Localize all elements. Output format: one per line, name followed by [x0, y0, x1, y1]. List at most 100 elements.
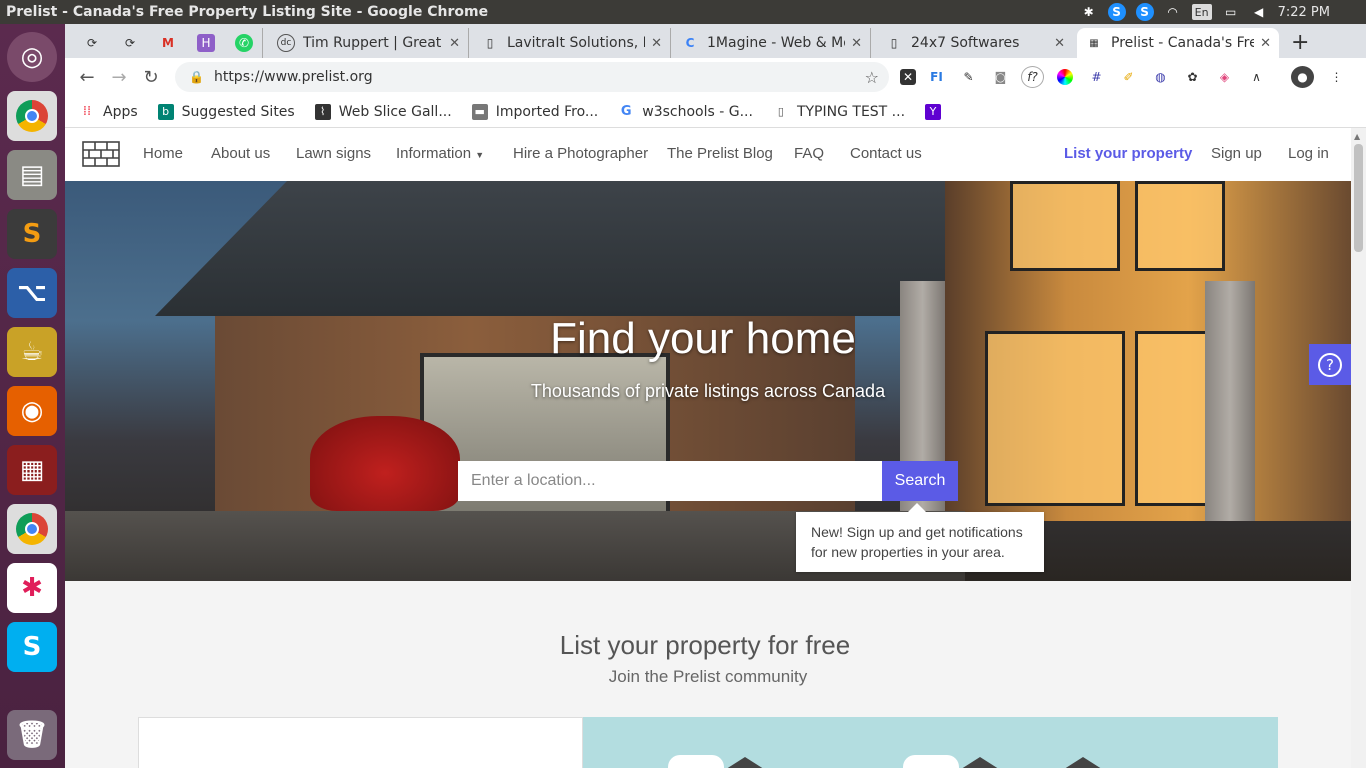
- bookmark-w3schools[interactable]: Gw3schools - G...: [618, 104, 753, 120]
- nav-hire-photographer[interactable]: Hire a Photographer: [513, 145, 648, 162]
- google-icon: G: [620, 104, 632, 119]
- pen-extension-icon[interactable]: ✎: [957, 66, 980, 88]
- browser-chrome: ⟳ ⟳ M H ✆ dc Tim Ruppert | Great C ✕ ▯ Lavi…: [65, 24, 1366, 128]
- web-slice-icon: ⌇: [314, 103, 331, 120]
- refresh-x-icon: ⟳: [124, 36, 136, 50]
- back-icon[interactable]: ←: [71, 67, 103, 88]
- skype-tray-icon[interactable]: S: [1107, 3, 1126, 21]
- nav-blog[interactable]: The Prelist Blog: [667, 145, 773, 162]
- bookmark-suggested-sites[interactable]: b Suggested Sites: [157, 103, 295, 120]
- close-icon[interactable]: ✕: [449, 36, 460, 51]
- illustration-card: [583, 717, 1278, 768]
- forward-icon[interactable]: →: [103, 67, 135, 88]
- tab-4[interactable]: H: [189, 28, 225, 58]
- web-page: Home About us Lawn signs Information ▼ H…: [65, 128, 1351, 768]
- wifi-icon[interactable]: ◠: [1164, 3, 1182, 21]
- terminal-icon[interactable]: ▦: [7, 445, 57, 495]
- close-icon[interactable]: ✕: [1260, 36, 1271, 51]
- bookmark-yahoo[interactable]: Y: [925, 103, 949, 120]
- palette-extension-icon[interactable]: ✿: [1181, 66, 1204, 88]
- slack-tray-icon[interactable]: ✱: [1080, 3, 1098, 21]
- volume-icon[interactable]: ◀: [1250, 3, 1268, 21]
- tab-6[interactable]: dc Tim Ruppert | Great C ✕: [269, 28, 469, 58]
- nav-home[interactable]: Home: [143, 145, 183, 162]
- bookmark-web-slice[interactable]: ⌇ Web Slice Gall...: [314, 103, 452, 120]
- refresh-x-icon: ⟳: [86, 36, 98, 50]
- profile-avatar[interactable]: ●: [1291, 66, 1314, 88]
- reload-icon[interactable]: ↻: [135, 67, 167, 88]
- bookmark-imported[interactable]: ▬ Imported Fro...: [471, 103, 598, 120]
- tab-9[interactable]: ▯ 24x7 Softwares ✕: [877, 28, 1073, 58]
- list-extension-icon[interactable]: ◍: [1149, 66, 1172, 88]
- nav-signup[interactable]: Sign up: [1211, 145, 1262, 162]
- address-bar[interactable]: 🔒 https://www.prelist.org ☆: [175, 62, 889, 92]
- color-extension-icon[interactable]: [1053, 66, 1076, 88]
- note-extension-icon[interactable]: ✐: [1117, 66, 1140, 88]
- files-icon[interactable]: ▤: [7, 150, 57, 200]
- tab-active[interactable]: ▦ Prelist - Canada's Fre ✕: [1077, 28, 1279, 58]
- section-title: List your property for free: [559, 630, 851, 660]
- location-search-input[interactable]: [458, 461, 882, 501]
- nav-list-property[interactable]: List your property: [1064, 145, 1192, 162]
- nav-login[interactable]: Log in: [1288, 145, 1329, 162]
- clock[interactable]: 7:22 PM: [1278, 5, 1330, 20]
- nav-lawn-signs[interactable]: Lawn signs: [296, 145, 371, 162]
- grid-extension-icon[interactable]: #: [1085, 66, 1108, 88]
- vscode-icon[interactable]: ⌥: [7, 268, 57, 318]
- x-extension-icon[interactable]: ✕: [900, 69, 916, 85]
- menu-icon[interactable]: ⋮: [1325, 66, 1348, 88]
- chrome-icon[interactable]: [7, 91, 57, 141]
- scroll-up-icon[interactable]: ▲: [1354, 132, 1360, 141]
- nav-about[interactable]: About us: [211, 145, 270, 162]
- bookmark-apps[interactable]: ⁞⁞ Apps: [79, 104, 138, 120]
- firefox-icon[interactable]: ◉: [7, 386, 57, 436]
- slack-icon[interactable]: ✱: [7, 563, 57, 613]
- sublime-icon[interactable]: S: [7, 209, 57, 259]
- help-button[interactable]: ?: [1309, 344, 1351, 385]
- whatsapp-icon: ✆: [235, 34, 253, 52]
- yahoo-icon: Y: [925, 103, 942, 120]
- tab-2[interactable]: ⟳: [113, 28, 149, 58]
- prelist-logo[interactable]: [81, 140, 121, 168]
- nav-information[interactable]: Information ▼: [396, 145, 484, 162]
- close-icon[interactable]: ✕: [851, 36, 862, 51]
- hero-subtitle: Thousands of private listings across Can…: [530, 381, 886, 401]
- close-icon[interactable]: ✕: [1054, 36, 1065, 51]
- new-tab-button[interactable]: +: [1291, 30, 1309, 55]
- browser-toolbar: ← → ↻ 🔒 https://www.prelist.org ☆ ✕ FI ✎…: [65, 58, 1366, 96]
- signup-tooltip: New! Sign up and get notifications for n…: [796, 503, 1044, 572]
- page-scrollbar[interactable]: ▲: [1351, 128, 1366, 768]
- prelist-icon: ▦: [1089, 37, 1099, 49]
- tab-3[interactable]: M: [151, 28, 187, 58]
- tab-7[interactable]: ▯ LavitraIt Solutions, P ✕: [473, 28, 671, 58]
- camera-extension-icon[interactable]: ◙: [989, 66, 1012, 88]
- url-text[interactable]: https://www.prelist.org: [214, 69, 373, 85]
- close-icon[interactable]: ✕: [651, 36, 662, 51]
- search-button[interactable]: Search: [882, 461, 958, 501]
- bookmarks-bar: ⁞⁞ Apps b Suggested Sites ⌇ Web Slice Gall.…: [65, 96, 1366, 128]
- bookmark-typing-test[interactable]: ▯ TYPING TEST ...: [773, 104, 905, 120]
- tab-1[interactable]: ⟳: [75, 28, 111, 58]
- badge-extension-icon[interactable]: ◈: [1213, 66, 1236, 88]
- hero-title: Find your home: [550, 314, 856, 363]
- teapot-icon[interactable]: ☕: [7, 327, 57, 377]
- wave-extension-icon[interactable]: ∧: [1245, 66, 1268, 88]
- battery-icon[interactable]: ▭: [1222, 3, 1240, 21]
- bookmark-star-icon[interactable]: ☆: [865, 68, 879, 87]
- ubuntu-icon[interactable]: ◎: [7, 32, 57, 82]
- tab-8[interactable]: C 1Magine - Web & Mo ✕: [673, 28, 871, 58]
- tab-5[interactable]: ✆: [227, 28, 263, 58]
- skype-icon[interactable]: S: [7, 622, 57, 672]
- os-top-bar: Prelist - Canada's Free Property Listing…: [0, 0, 1366, 24]
- chrome-icon-2[interactable]: [7, 504, 57, 554]
- scrollbar-thumb[interactable]: [1354, 144, 1363, 252]
- font-extension-icon[interactable]: f?: [1021, 66, 1044, 88]
- lock-icon[interactable]: 🔒: [189, 70, 204, 84]
- nav-faq[interactable]: FAQ: [794, 145, 824, 162]
- nav-contact[interactable]: Contact us: [850, 145, 922, 162]
- skype-tray-icon-2[interactable]: S: [1135, 3, 1154, 21]
- keyboard-layout[interactable]: En: [1191, 4, 1212, 20]
- trash-icon[interactable]: 🗑: [7, 710, 57, 760]
- extensions: ✕ FI ✎ ◙ f? # ✐ ◍ ✿ ◈ ∧ ● ⋮: [900, 66, 1348, 88]
- fi-extension-icon[interactable]: FI: [925, 66, 948, 88]
